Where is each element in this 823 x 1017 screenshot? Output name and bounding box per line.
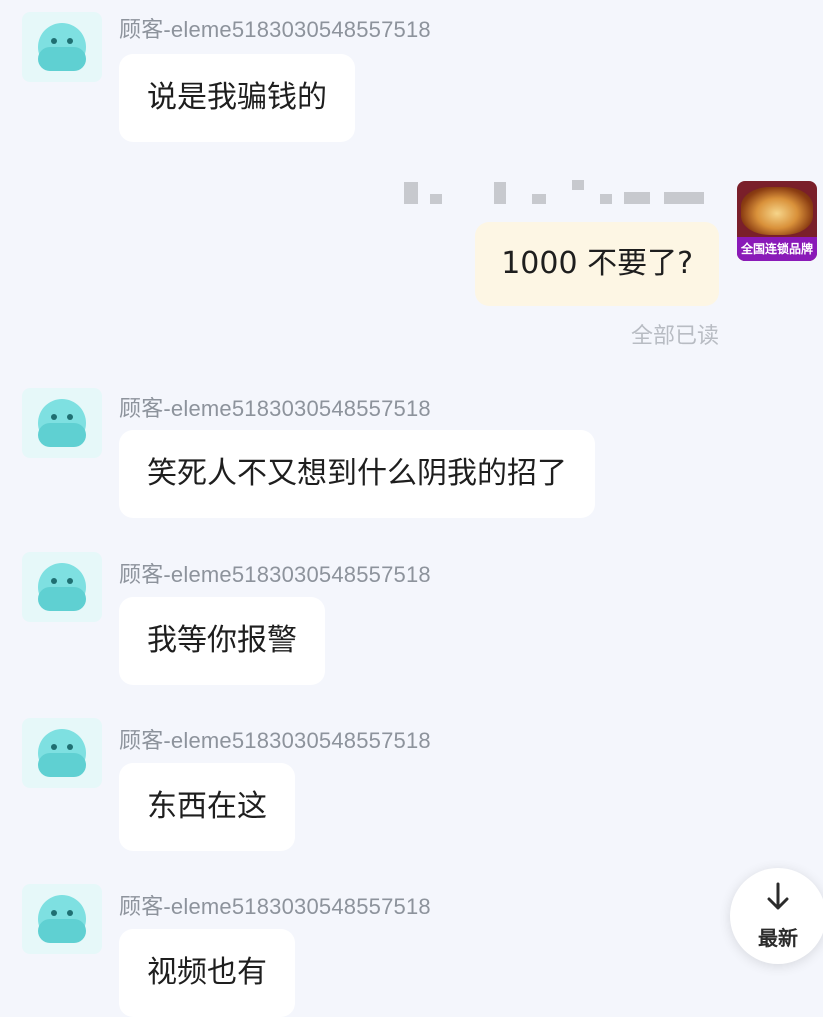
store-avatar[interactable]: 全国连锁品牌 [737, 181, 817, 261]
jump-to-latest-label: 最新 [758, 926, 798, 950]
roast-chicken-image [741, 187, 813, 235]
sender-name: 顾客-eleme5183030548557518 [119, 728, 431, 753]
sender-name: 顾客-eleme5183030548557518 [119, 562, 431, 587]
message-bubble[interactable]: 视频也有 [119, 929, 295, 1017]
jump-to-latest-button[interactable]: 最新 [730, 868, 823, 964]
read-status: 全部已读 [630, 324, 719, 349]
customer-avatar[interactable] [22, 388, 102, 458]
customer-avatar[interactable] [22, 718, 102, 788]
store-banner: 全国连锁品牌 [737, 237, 817, 261]
face-icon [38, 895, 86, 943]
message-bubble[interactable]: 我等你报警 [119, 597, 325, 685]
customer-avatar[interactable] [22, 552, 102, 622]
arrow-down-icon [767, 882, 789, 910]
face-icon [38, 729, 86, 777]
message-bubble[interactable]: 1000 不要了? [475, 222, 719, 306]
face-icon [38, 23, 86, 71]
customer-avatar[interactable] [22, 884, 102, 954]
message-bubble[interactable]: 说是我骗钱的 [119, 54, 355, 142]
message-bubble[interactable]: 东西在这 [119, 763, 295, 851]
customer-avatar[interactable] [22, 12, 102, 82]
sender-name: 顾客-eleme5183030548557518 [119, 17, 431, 42]
message-bubble[interactable]: 笑死人不又想到什么阴我的招了 [119, 430, 595, 518]
sender-name: 顾客-eleme5183030548557518 [119, 894, 431, 919]
sender-name: 顾客-eleme5183030548557518 [119, 396, 431, 421]
blurred-store-name [404, 180, 716, 206]
face-icon [38, 399, 86, 447]
face-icon [38, 563, 86, 611]
